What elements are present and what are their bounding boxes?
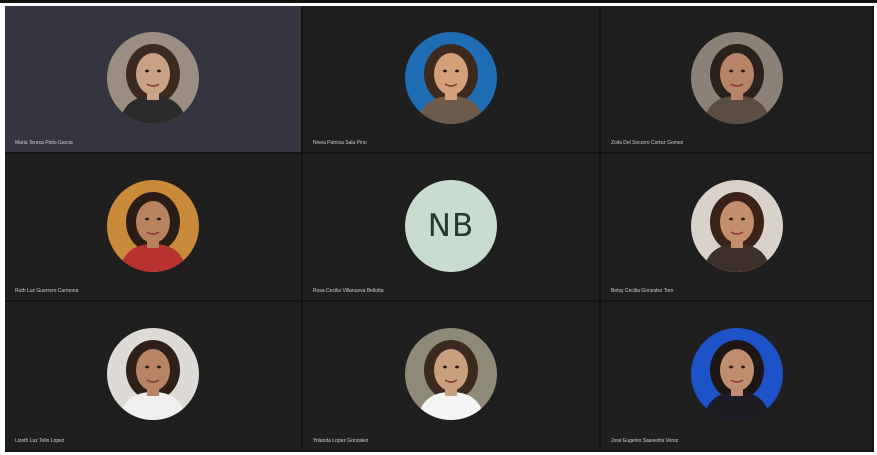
participant-tile[interactable]: Ruth Luz Guerrero Carmona: [5, 154, 303, 302]
eye-left: [145, 217, 149, 221]
participant-name: Rosa Cecilia Villanueva Bellotta: [313, 288, 384, 294]
participant-tile[interactable]: Maria Teresa Pinto Garcia: [5, 6, 303, 154]
avatar: [690, 32, 783, 124]
eye-right: [157, 365, 161, 369]
profile-photo-icon: [405, 32, 497, 124]
participant-grid: Maria Teresa Pinto Garcia Nivea Patricia …: [5, 6, 874, 452]
profile-photo-icon: [405, 328, 497, 420]
face: [719, 201, 754, 243]
face: [136, 349, 170, 391]
participant-name: Yolanda Lopez Gonzalez: [313, 438, 369, 444]
avatar: [405, 328, 497, 420]
avatar: [107, 32, 199, 124]
eye-right: [157, 217, 161, 221]
face: [434, 349, 468, 391]
eye-left: [728, 69, 733, 73]
face: [434, 53, 468, 95]
profile-photo-icon: [690, 180, 783, 272]
profile-photo-icon: [107, 32, 199, 124]
participant-tile[interactable]: Yolanda Lopez Gonzalez: [303, 302, 601, 452]
profile-photo-icon: [107, 180, 199, 272]
participant-tile[interactable]: Betsy Cecilia Gonzalez Toro: [601, 154, 874, 302]
face: [719, 53, 754, 95]
avatar: [405, 32, 497, 124]
face: [719, 349, 754, 391]
eye-right: [455, 365, 459, 369]
participant-tile[interactable]: Nivea Patricia Sala Pino: [303, 6, 601, 154]
avatar-initials: NB: [405, 180, 497, 272]
avatar: [107, 180, 199, 272]
eye-right: [455, 69, 459, 73]
eye-left: [443, 365, 447, 369]
participant-tile[interactable]: Zoila Del Socorro Cortez Gomez: [601, 6, 874, 154]
meeting-window: Maria Teresa Pinto Garcia Nivea Patricia …: [0, 0, 877, 455]
eye-right: [740, 69, 745, 73]
window-top-border: [0, 0, 877, 3]
profile-photo-icon: [690, 328, 783, 420]
participant-tile[interactable]: NB Rosa Cecilia Villanueva Bellotta: [303, 154, 601, 302]
participant-name: Maria Teresa Pinto Garcia: [15, 140, 73, 146]
eye-left: [728, 217, 733, 221]
participant-name: Lizeth Luz Tello Lopez: [15, 438, 65, 444]
participant-name: Nivea Patricia Sala Pino: [313, 140, 367, 146]
profile-photo-icon: [690, 32, 783, 124]
participant-name: Jose Eugenio Saavedra Veroz: [611, 438, 679, 444]
eye-left: [145, 69, 149, 73]
eye-left: [145, 365, 149, 369]
participant-tile[interactable]: Jose Eugenio Saavedra Veroz: [601, 302, 874, 452]
eye-right: [740, 217, 745, 221]
face: [136, 201, 170, 243]
face: [136, 53, 170, 95]
eye-left: [443, 69, 447, 73]
participant-name: Betsy Cecilia Gonzalez Toro: [611, 288, 674, 294]
avatar: [690, 328, 783, 420]
profile-photo-icon: [107, 328, 199, 420]
eye-right: [157, 69, 161, 73]
participant-tile[interactable]: Lizeth Luz Tello Lopez: [5, 302, 303, 452]
avatar: [690, 180, 783, 272]
eye-right: [740, 365, 745, 369]
avatar: [107, 328, 199, 420]
participant-name: Ruth Luz Guerrero Carmona: [15, 288, 79, 294]
eye-left: [728, 365, 733, 369]
participant-name: Zoila Del Socorro Cortez Gomez: [611, 140, 684, 146]
